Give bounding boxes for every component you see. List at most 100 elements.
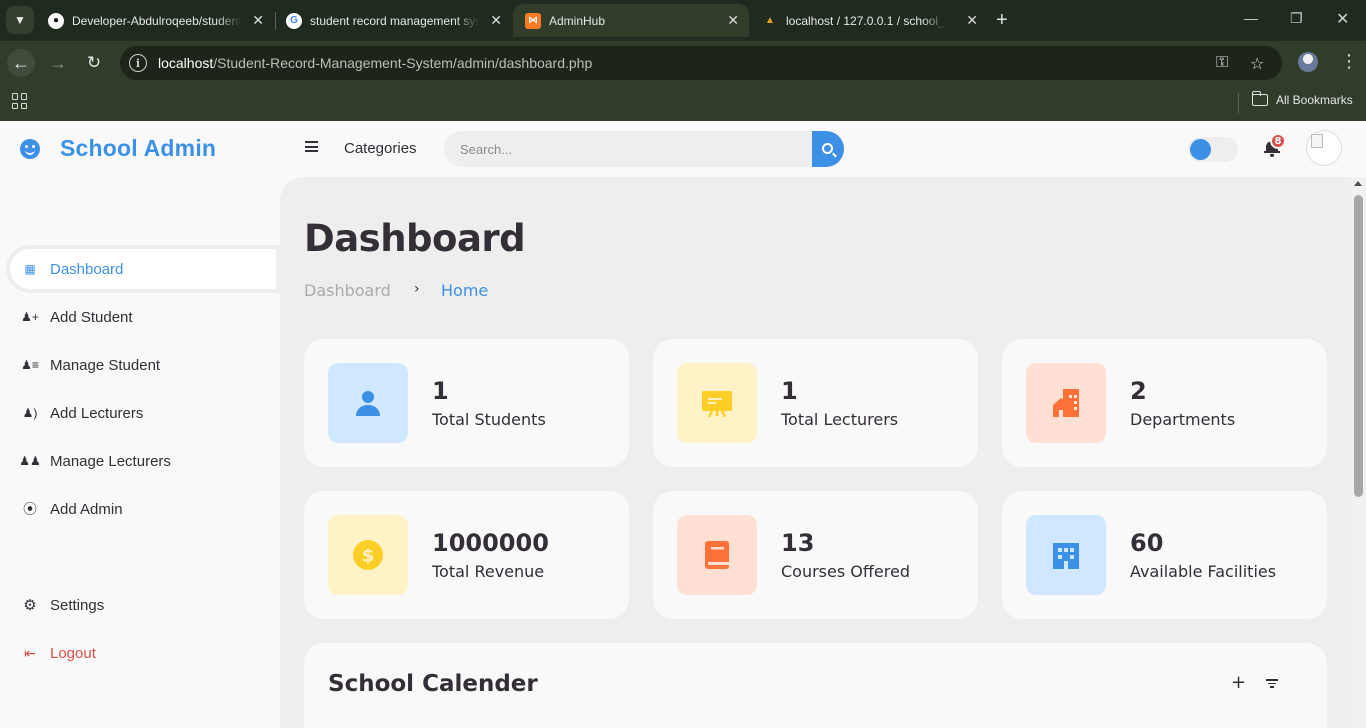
sidebar-item-settings[interactable]: ⚙ Settings [10, 585, 276, 625]
stat-label: Total Lecturers [781, 410, 899, 429]
google-icon: G [286, 12, 302, 29]
logout-icon: ⇤ [24, 644, 36, 661]
bookmarks-bar: All Bookmarks [0, 85, 1366, 121]
menu-toggle-icon[interactable] [305, 141, 318, 152]
dollar-icon: $ [353, 540, 383, 570]
address-bar[interactable]: i localhost/Student-Record-Management-Sy… [120, 46, 1282, 80]
sidebar-item-add-lecturers[interactable]: ♟) Add Lecturers [10, 393, 276, 433]
page-scrollbar[interactable] [1351, 177, 1366, 728]
sidebar-item-label: Manage Lecturers [50, 452, 171, 470]
stat-value: 13 [781, 529, 815, 557]
bookmark-star-icon[interactable]: ☆ [1250, 54, 1264, 74]
folder-icon [1251, 91, 1268, 106]
add-icon[interactable]: + [1231, 672, 1246, 693]
profile-avatar[interactable] [1298, 52, 1318, 72]
browser-tab-active[interactable]: ⋈ AdminHub ✕ [513, 4, 749, 37]
user-icon [356, 391, 380, 416]
brand-name: School Admin [60, 135, 217, 161]
stat-value: 2 [1130, 377, 1147, 405]
stat-label: Total Students [432, 410, 546, 429]
search-input[interactable] [444, 131, 812, 167]
browser-tab[interactable]: G student record management system ✕ [274, 4, 512, 37]
restore-icon[interactable]: ❐ [1290, 10, 1303, 27]
calendar-title: School Calender [328, 671, 538, 697]
stat-value: 1 [781, 377, 798, 405]
browser-tab[interactable]: ● Developer-Abdulroqeeb/student-record-m… [36, 4, 274, 37]
sidebar-item-add-admin[interactable]: ⦿ Add Admin [10, 489, 276, 529]
breadcrumb-home[interactable]: Home [441, 281, 488, 300]
page-title: Dashboard [304, 217, 526, 260]
url-text[interactable]: localhost/Student-Record-Management-Syst… [158, 55, 592, 71]
scroll-up-arrow-icon[interactable] [1354, 181, 1362, 186]
scrollbar-thumb[interactable] [1354, 195, 1363, 497]
icon-box [328, 363, 408, 443]
categories-link[interactable]: Categories [344, 140, 417, 157]
sidebar-item-label: Add Lecturers [50, 404, 144, 422]
top-navbar: Categories 8 [280, 121, 1366, 177]
chevron-right-icon: › [414, 281, 420, 297]
sidebar-item-manage-student[interactable]: ♟≡ Manage Student [10, 345, 276, 385]
sidebar-item-label: Settings [50, 596, 105, 614]
presentation-icon [702, 391, 732, 418]
close-tab-icon[interactable]: ✕ [490, 12, 502, 29]
minimize-icon[interactable]: — [1244, 10, 1258, 26]
sidebar-item-label: Add Student [50, 308, 133, 326]
icon-box [1026, 363, 1106, 443]
all-bookmarks-label: All Bookmarks [1276, 93, 1353, 107]
admin-app: School Admin ▦ Dashboard ♟+ Add Student … [0, 121, 1366, 728]
user-voice-icon: ♟) [22, 406, 38, 420]
sidebar-item-add-student[interactable]: ♟+ Add Student [10, 297, 276, 337]
group-icon: ♟♟ [19, 454, 41, 468]
close-tab-icon[interactable]: ✕ [727, 12, 739, 29]
stat-label: Departments [1130, 410, 1236, 429]
close-window-icon[interactable]: ✕ [1336, 9, 1349, 29]
browser-tab-strip: ▼ ● Developer-Abdulroqeeb/student-record… [0, 0, 1366, 41]
tab-title: Developer-Abdulroqeeb/student-record-man… [72, 13, 242, 28]
icon-box [1026, 515, 1106, 595]
stat-card-lecturers: 1 Total Lecturers [653, 339, 978, 467]
apps-grid-icon[interactable] [12, 93, 28, 109]
sidebar-item-logout[interactable]: ⇤ Logout [10, 633, 276, 673]
phpmyadmin-icon: ▲ [765, 15, 775, 26]
filter-icon[interactable] [1266, 679, 1278, 688]
stat-card-revenue: $ 1000000 Total Revenue [304, 491, 629, 619]
back-button[interactable]: ← [7, 49, 35, 77]
switch-knob [1190, 139, 1211, 160]
brand-logo[interactable]: School Admin [20, 135, 216, 162]
all-bookmarks-button[interactable]: All Bookmarks [1251, 91, 1353, 107]
dark-mode-switch[interactable] [1188, 137, 1238, 162]
user-circle-icon: ⦿ [23, 501, 37, 517]
book-icon [705, 541, 729, 569]
user-list-icon: ♟≡ [21, 358, 39, 372]
user-plus-icon: ♟+ [21, 310, 39, 324]
sidebar-item-label: Dashboard [50, 260, 124, 278]
sidebar-item-label: Manage Student [50, 356, 161, 374]
smiley-icon [20, 138, 40, 159]
user-avatar[interactable] [1306, 130, 1342, 166]
reload-button[interactable]: ↻ [80, 49, 108, 77]
site-info-icon[interactable]: i [129, 54, 147, 72]
bookmarks-divider [1238, 93, 1239, 113]
sidebar: ▦ Dashboard ♟+ Add Student ♟≡ Manage Stu… [0, 177, 280, 728]
stat-value: 60 [1130, 529, 1164, 557]
stat-card-facilities: 60 Available Facilities [1002, 491, 1327, 619]
tab-search-button[interactable]: ▼ [6, 6, 34, 34]
breadcrumb-dashboard[interactable]: Dashboard [304, 281, 391, 300]
new-tab-button[interactable]: + [996, 9, 1008, 32]
sidebar-item-dashboard[interactable]: ▦ Dashboard [10, 249, 276, 289]
sidebar-item-manage-lecturers[interactable]: ♟♟ Manage Lecturers [10, 441, 276, 481]
password-key-icon[interactable]: ⚿ [1216, 54, 1228, 72]
github-icon: ● [48, 12, 64, 29]
stat-card-departments: 2 Departments [1002, 339, 1327, 467]
building-icon [1053, 389, 1079, 417]
forward-button[interactable]: → [44, 49, 72, 77]
stat-label: Total Revenue [432, 562, 545, 581]
close-tab-icon[interactable]: ✕ [252, 12, 264, 29]
stat-card-students: 1 Total Students [304, 339, 629, 467]
browser-menu-icon[interactable]: ⋮ [1340, 51, 1358, 72]
sidebar-item-label: Add Admin [50, 500, 123, 518]
facility-building-icon [1053, 543, 1079, 569]
search-button[interactable] [812, 131, 844, 167]
browser-tab[interactable]: ▲ localhost / 127.0.0.1 / school_managem… [750, 4, 988, 37]
close-tab-icon[interactable]: ✕ [966, 12, 978, 29]
